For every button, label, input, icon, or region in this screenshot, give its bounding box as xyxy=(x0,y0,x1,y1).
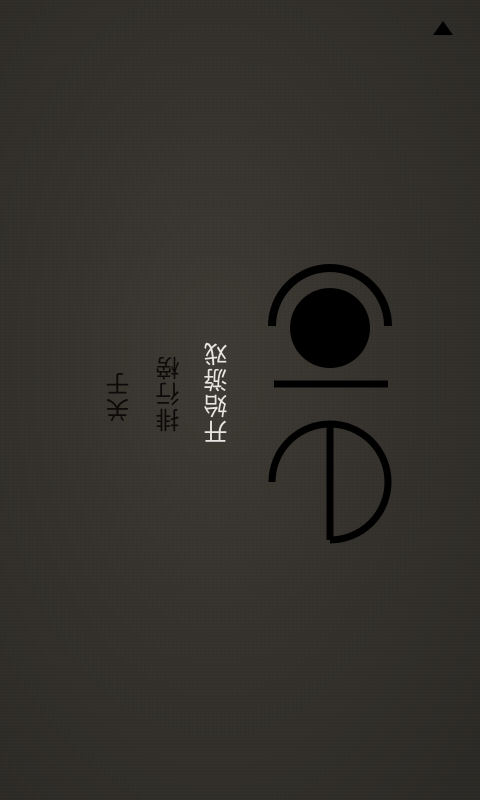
leaderboard-button[interactable]: 排行榜 xyxy=(156,354,184,432)
main-menu: 开始游戏 排行榜 关于 xyxy=(0,0,480,800)
about-button[interactable]: 关于 xyxy=(106,370,134,422)
start-game-button[interactable]: 开始游戏 xyxy=(204,340,232,444)
